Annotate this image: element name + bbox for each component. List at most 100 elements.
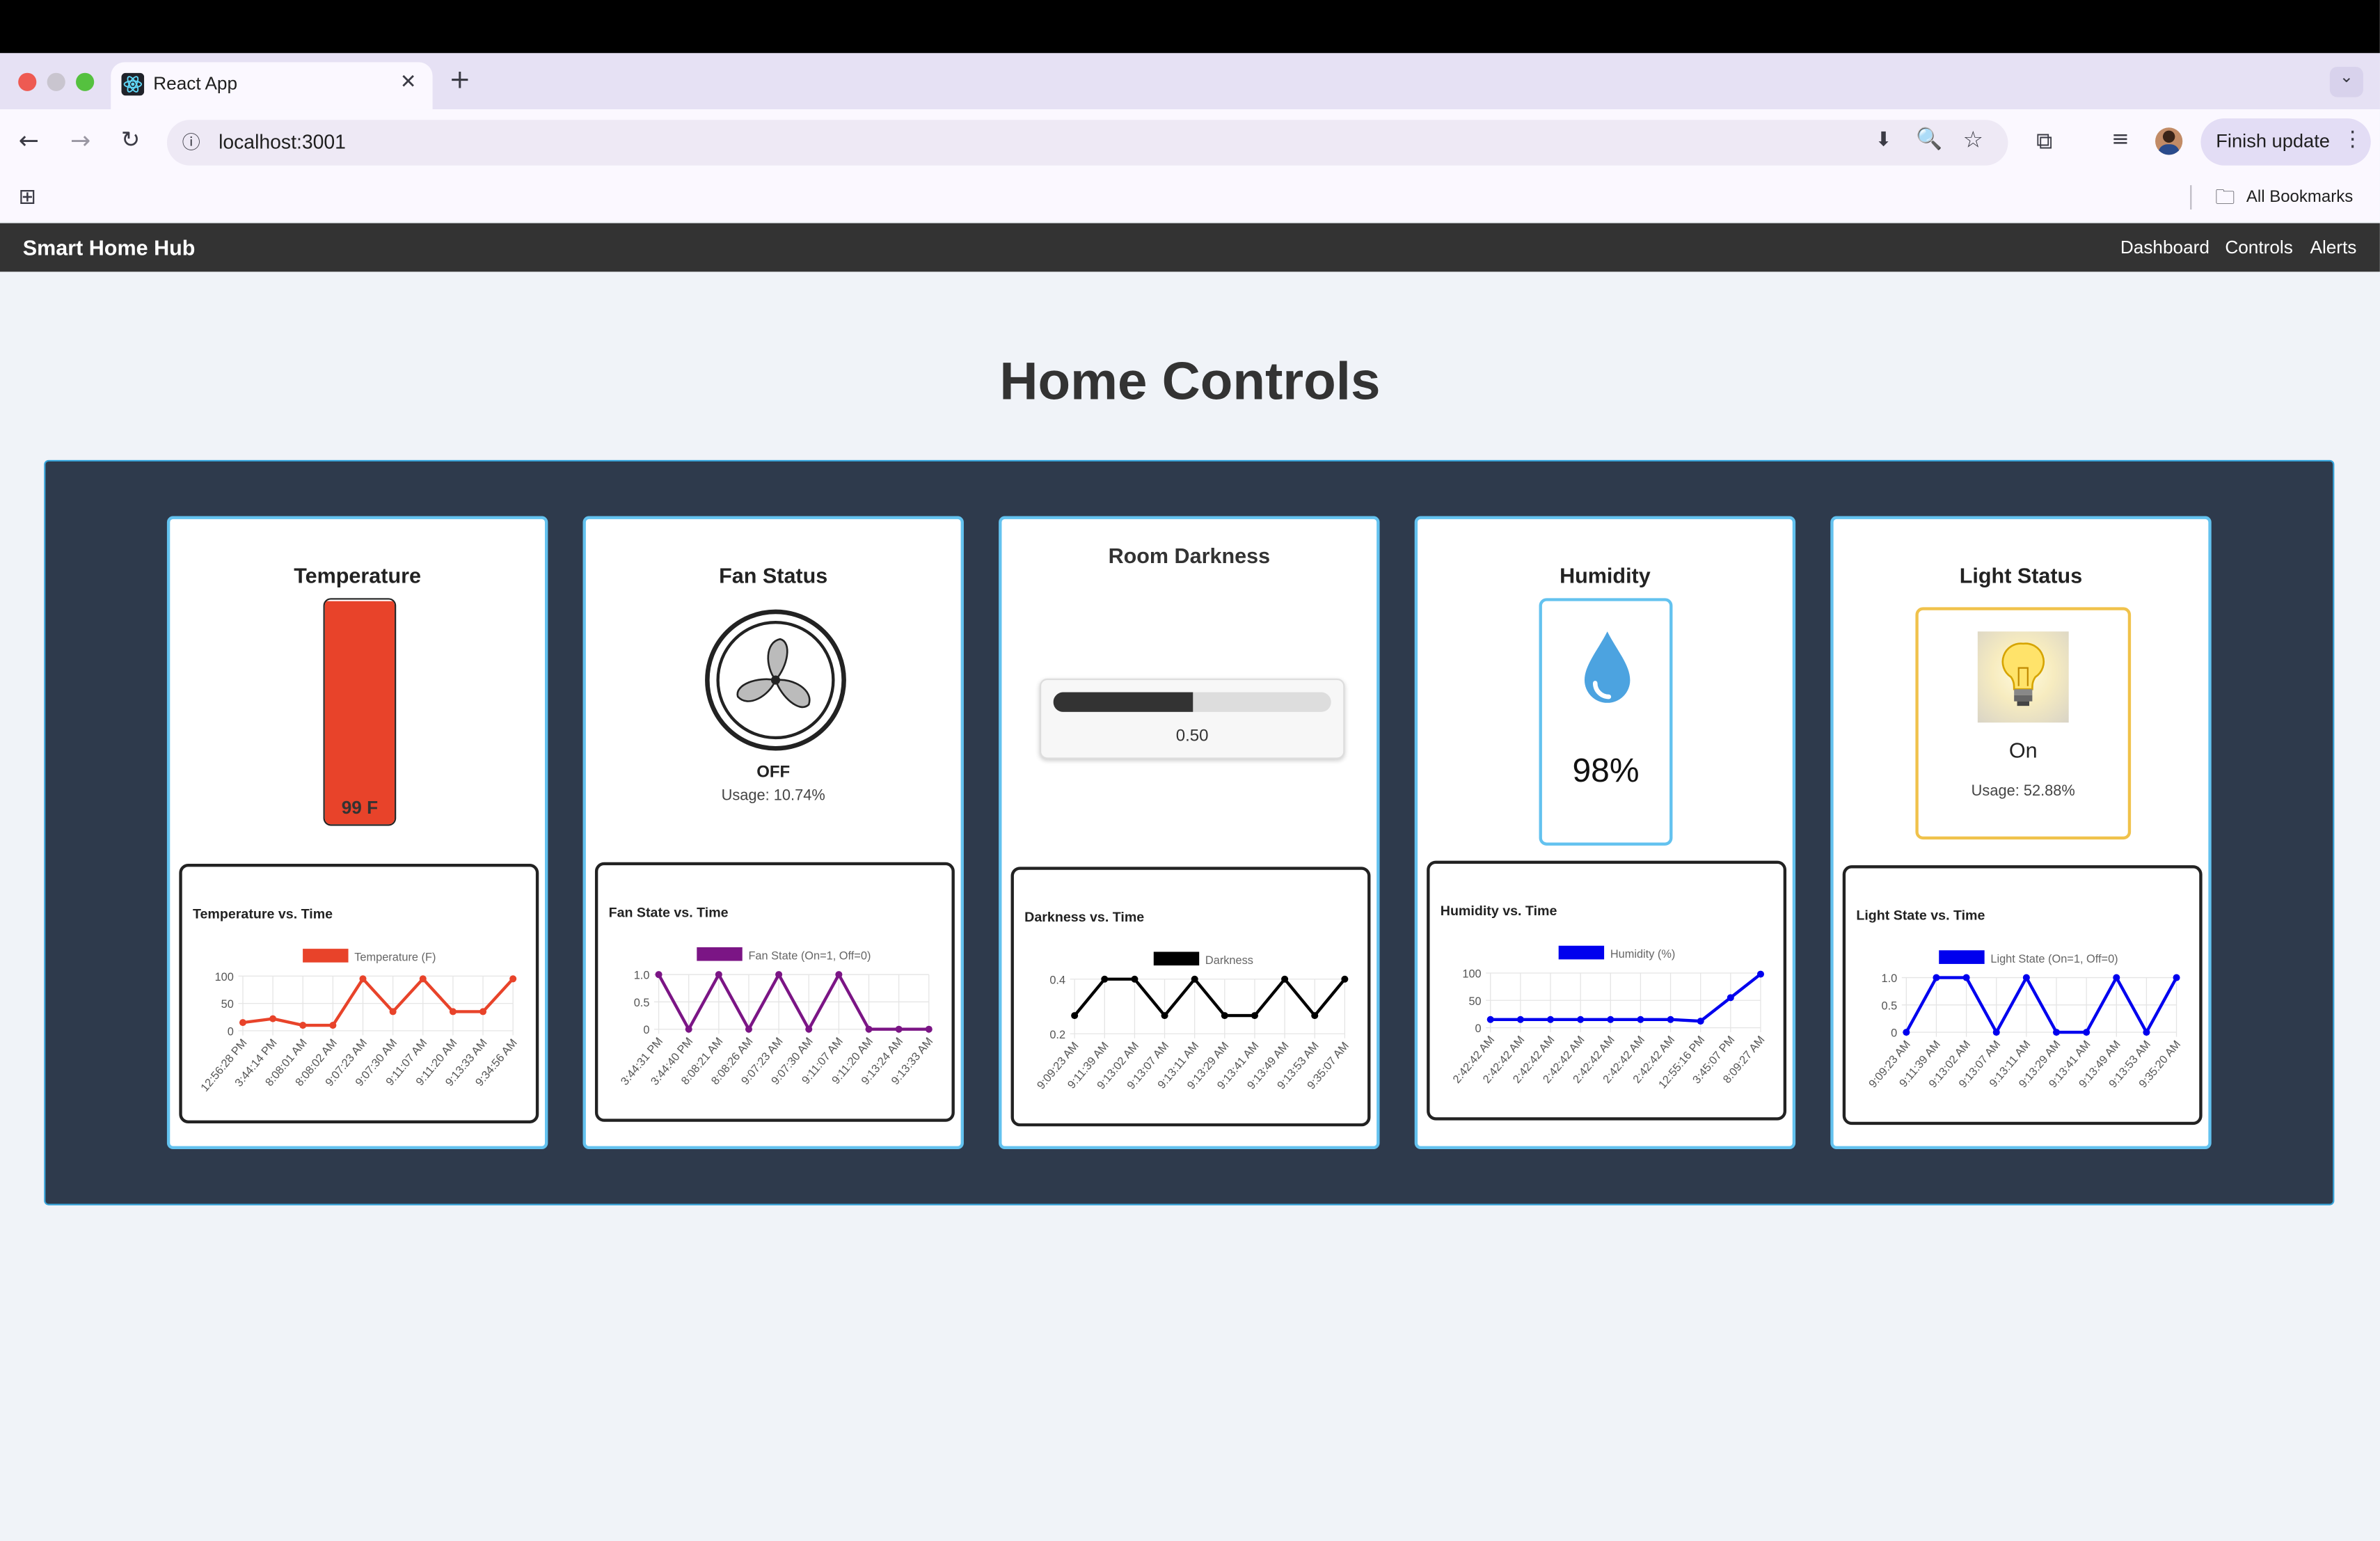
series-line [1490,972,1762,1023]
humidity-display: 98% [1539,598,1673,846]
legend-swatch [1939,950,1985,964]
thermometer-gauge: 99 F [323,598,397,826]
temperature-line-chart: Temperature (F)10050012:56:28 PM3:44:14 … [198,949,520,1094]
back-arrow-icon[interactable]: ← [15,126,42,155]
data-point [1992,1029,2000,1036]
data-point [2022,974,2030,981]
humidity-line-chart: Humidity (%)1005002:42:42 AM2:42:42 AM2:… [1450,945,1768,1091]
app-navbar: Smart Home Hub Dashboard Controls Alerts [0,223,2380,272]
y-tick-label: 100 [215,971,234,983]
data-point [685,1025,692,1033]
legend-swatch [697,947,743,961]
data-point [1221,1012,1228,1020]
data-point [775,971,783,979]
tab-title: React App [153,72,238,95]
y-tick-label: 0 [643,1024,649,1036]
chevron-down-icon: ⌄ [2339,66,2354,87]
legend-swatch [1153,951,1200,966]
light-display[interactable]: On Usage: 52.88% [1915,607,2132,840]
brand-title[interactable]: Smart Home Hub [23,235,196,260]
data-point [1341,975,1349,983]
close-window-button[interactable] [18,72,37,91]
media-controls-icon[interactable]: ≡ [2107,127,2134,152]
data-point [2083,1029,2091,1036]
darkness-line-chart: Darkness0.40.29:09:23 AM9:11:39 AM9:13:0… [1035,951,1351,1092]
apps-grid-icon[interactable]: ⊞ [15,185,40,210]
address-bar[interactable]: ⓘ localhost:3001 ⬇ 🔍 ☆ [166,120,2008,166]
y-tick-label: 100 [1462,968,1481,981]
data-point [1546,1016,1555,1023]
data-point [1577,1016,1585,1023]
darkness-value: 0.50 [1175,727,1209,745]
more-menu-icon[interactable]: ⋮ [2342,127,2363,152]
fan-usage: Usage: 10.74% [721,787,825,805]
legend-swatch [303,949,349,963]
legend-label: Darkness [1205,954,1253,967]
data-point [509,975,517,983]
fan-state: OFF [756,764,791,782]
close-tab-icon[interactable]: ✕ [396,72,420,95]
reload-icon[interactable]: ↻ [117,126,144,153]
extensions-icon[interactable]: ⧉ [2031,127,2058,155]
react-logo-icon [121,72,145,96]
series-line [1073,977,1347,1018]
data-point [1697,1018,1704,1025]
minimize-window-button[interactable] [47,72,65,91]
data-point [1516,1016,1524,1023]
install-app-icon[interactable]: ⬇ [1870,129,1897,152]
data-point [1251,1012,1258,1020]
nav-dashboard-link[interactable]: Dashboard [2120,237,2210,258]
y-tick-label: 0.5 [634,997,650,1009]
data-point [655,971,663,979]
humidity-card: Humidity 98% Humidity vs. Time Humidity … [1414,516,1796,1150]
fan-icon[interactable] [704,609,847,752]
data-point [329,1022,337,1029]
data-point [299,1022,307,1029]
legend-swatch [1558,945,1605,960]
new-tab-icon[interactable]: + [447,65,472,96]
data-point [239,1019,246,1027]
y-tick-label: 0 [1475,1022,1482,1035]
tab-search-button[interactable]: ⌄ [2329,66,2363,97]
folder-icon: 🗀 [2215,187,2235,210]
data-point [1727,994,1734,1002]
data-point [389,1008,397,1016]
darkness-slider-fill [1053,692,1193,712]
maximize-window-button[interactable] [76,72,95,91]
legend-label: Fan State (On=1, Off=0) [748,949,871,962]
site-info-icon[interactable]: ⓘ [179,129,203,155]
humidity-title: Humidity [1560,563,1651,588]
data-point [1903,1029,1910,1036]
profile-avatar[interactable] [2155,127,2183,155]
data-point [449,1008,457,1016]
darkness-card: Room Darkness 0.50 Darkness vs. Time Dar… [999,516,1380,1150]
y-tick-label: 50 [1468,995,1481,1008]
data-point [1607,1016,1615,1023]
darkness-slider-track[interactable] [1053,692,1331,712]
darkness-title: Room Darkness [1108,543,1271,568]
nav-controls-link[interactable]: Controls [2225,237,2292,258]
data-point [1637,1016,1644,1023]
bookmarks-divider [2190,185,2192,210]
avatar-body [2158,144,2180,155]
y-tick-label: 1.0 [1882,972,1898,985]
data-point [1486,1016,1494,1023]
data-point [1933,974,1940,981]
all-bookmarks-link[interactable]: All Bookmarks [2246,188,2353,206]
fan-chart: Fan State vs. Time Fan State (On=1, Off=… [594,862,955,1122]
thermometer-fill [324,601,395,825]
light-bulb-icon [2001,642,2045,706]
nav-alerts-link[interactable]: Alerts [2310,237,2356,258]
y-tick-label: 1.0 [634,970,650,982]
fan-card: Fan Status OFF Usage: 10.74% Fan State v… [582,516,964,1150]
y-tick-label: 50 [221,998,234,1011]
temperature-card: Temperature 99 F Temperature vs. Time Te… [166,516,548,1150]
legend-label: Temperature (F) [354,951,436,964]
forward-arrow-icon[interactable]: → [67,126,94,155]
zoom-icon[interactable]: 🔍 [1915,127,1942,152]
bookmark-star-icon[interactable]: ☆ [1960,126,1987,153]
finish-update-button[interactable]: Finish update ⋮ [2200,118,2371,166]
browser-tab[interactable]: React App ✕ [111,62,433,110]
data-point [865,1025,873,1033]
data-point [269,1015,277,1022]
